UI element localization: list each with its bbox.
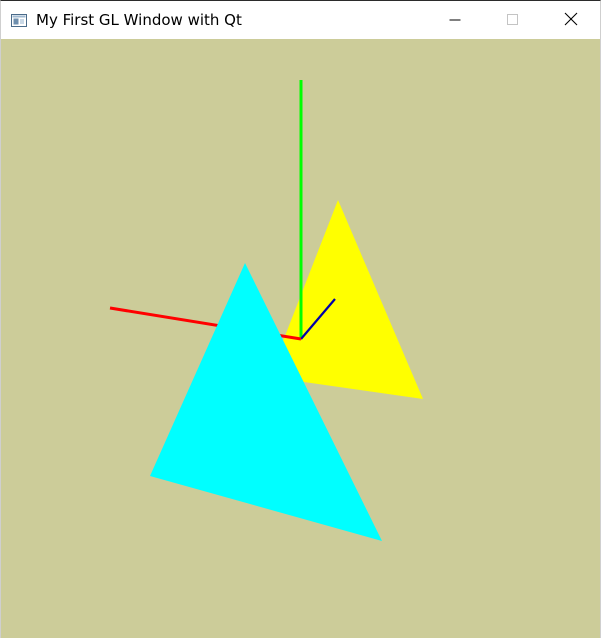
close-icon — [564, 11, 578, 30]
app-window: My First GL Window with Qt — [0, 0, 601, 638]
close-button[interactable] — [542, 1, 600, 39]
title-bar[interactable]: My First GL Window with Qt — [1, 1, 600, 39]
minimize-icon — [449, 11, 461, 30]
app-window-icon — [11, 12, 27, 27]
gl-viewport[interactable] — [1, 39, 600, 638]
window-title: My First GL Window with Qt — [36, 11, 242, 29]
maximize-icon — [507, 11, 519, 30]
maximize-button — [484, 1, 542, 39]
gl-scene — [1, 39, 600, 638]
minimize-button[interactable] — [426, 1, 484, 39]
